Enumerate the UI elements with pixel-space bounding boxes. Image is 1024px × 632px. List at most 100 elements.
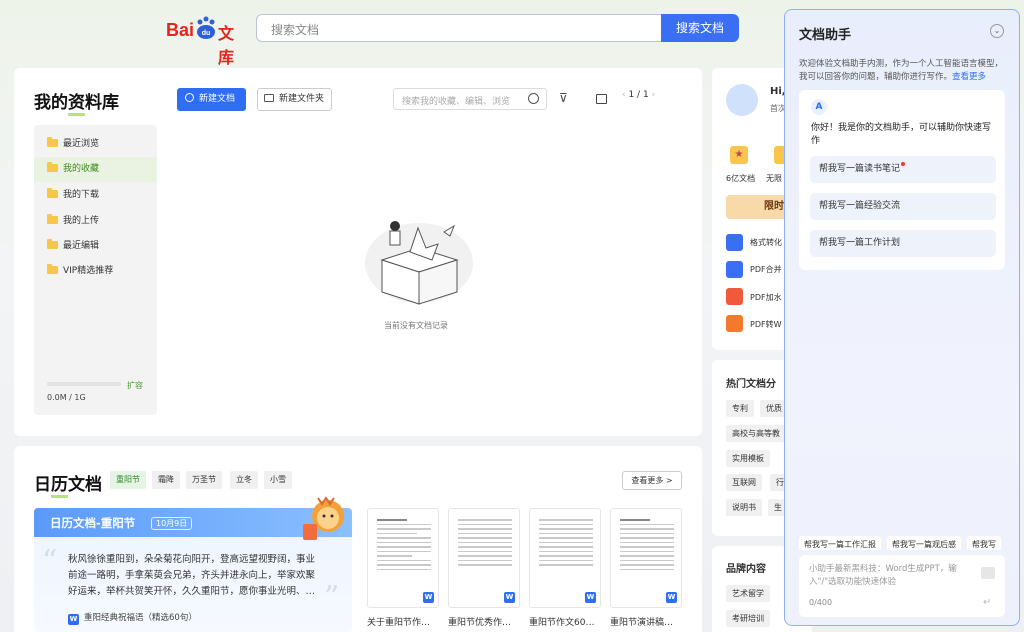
tool-pdf-to-word[interactable]: PDF转W bbox=[750, 319, 782, 330]
suggestion-reading-notes[interactable]: 帮我写一篇读书笔记 bbox=[810, 156, 996, 183]
assistant-title: 文档助手 bbox=[799, 28, 852, 43]
feature-body: 秋风徐徐重阳到，朵朵菊花向阳开，登高远望视野阔，事业前途一路明，手拿茱萸会兄弟，… bbox=[68, 554, 316, 597]
paw-icon: du bbox=[197, 16, 215, 39]
feature-date: 10月9日 bbox=[151, 517, 193, 530]
image-upload-icon[interactable] bbox=[981, 567, 995, 579]
hot-tag[interactable]: 实用模板 bbox=[726, 450, 770, 467]
search-icon[interactable] bbox=[528, 93, 539, 104]
char-counter: 0/400 bbox=[809, 598, 833, 607]
doc-card[interactable]: W bbox=[529, 508, 601, 608]
tool-pdf-watermark[interactable]: PDF加水 bbox=[750, 292, 782, 303]
pdf-watermark-icon bbox=[726, 288, 743, 305]
folder-outline-icon bbox=[264, 94, 274, 102]
assistant-greeting: 你好！我是你的文档助手，可以辅助你快速写作 bbox=[811, 123, 992, 146]
sidebar-item-recent[interactable]: 最近浏览 bbox=[34, 132, 157, 157]
assistant-input-placeholder: 小助手最新黑科技：Word生成PPT，输入"/"选取功能快速体验 bbox=[809, 564, 957, 587]
infinite-icon bbox=[774, 146, 784, 164]
tag-lidong[interactable]: 立冬 bbox=[230, 471, 258, 489]
word-icon: W bbox=[423, 592, 434, 603]
doc-card-title[interactable]: 重阳节优秀作… bbox=[448, 615, 524, 628]
see-more-link[interactable]: 查看更多 bbox=[952, 72, 986, 82]
chip-work-report[interactable]: 帮我写一篇工作汇报 bbox=[799, 536, 881, 550]
logo-wenku: 文库 bbox=[218, 24, 235, 67]
tag-xiaoxue[interactable]: 小雪 bbox=[264, 471, 292, 489]
chip-more[interactable]: 帮我写 bbox=[967, 536, 1001, 550]
assistant-bot-icon: A bbox=[811, 99, 827, 115]
sidebar-item-downloads[interactable]: 我的下载 bbox=[34, 183, 157, 208]
baidu-wenku-logo[interactable]: Bai du 文库 bbox=[166, 16, 246, 67]
sidebar-item-recent-edits[interactable]: 最近编辑 bbox=[34, 234, 157, 259]
tag-chongyang[interactable]: 重阳节 bbox=[110, 471, 146, 489]
hot-tag[interactable]: 高校与高等教 bbox=[726, 425, 786, 442]
library-search-input[interactable]: 搜索我的收藏、编辑、浏览 bbox=[393, 88, 547, 110]
library-title: 我的资料库 bbox=[34, 88, 119, 116]
suggestion-work-plan[interactable]: 帮我写一篇工作计划 bbox=[810, 230, 996, 257]
feature-docs-count: 6亿文档 bbox=[726, 174, 756, 183]
assistant-intro: 欢迎体验文档助手内测，作为一个人工智能语言模型，我可以回答你的问题，辅助你进行写… bbox=[799, 59, 1004, 82]
hot-tag[interactable]: 互联网 bbox=[726, 474, 762, 491]
brand-tag[interactable]: 艺术留学 bbox=[726, 585, 770, 602]
new-document-button[interactable]: 新建文档 bbox=[177, 88, 246, 111]
search-input[interactable]: 搜索文档 bbox=[256, 14, 662, 42]
storage-bar bbox=[47, 382, 121, 386]
new-folder-button[interactable]: 新建文件夹 bbox=[257, 88, 332, 111]
doc-card[interactable]: W bbox=[367, 508, 439, 608]
new-dot-icon bbox=[901, 162, 906, 166]
feature-link[interactable]: W 重阳经典祝福语（精选60句） bbox=[68, 611, 197, 625]
sidebar-item-vip[interactable]: VIP精选推荐 bbox=[34, 259, 157, 284]
new-doc-icon bbox=[185, 93, 194, 102]
hot-tag[interactable]: 专利 bbox=[726, 400, 754, 417]
hot-tag[interactable]: 说明书 bbox=[726, 499, 762, 516]
avatar[interactable] bbox=[726, 84, 758, 116]
word-icon: W bbox=[68, 614, 79, 625]
expand-storage-link[interactable]: 扩容 bbox=[127, 380, 143, 391]
feature-title: 日历文档-重阳节 bbox=[50, 516, 136, 530]
assistant-input[interactable]: 小助手最新黑科技：Word生成PPT，输入"/"选取功能快速体验 0/400 ↵ bbox=[799, 555, 1005, 617]
library-sidebar: 最近浏览 我的收藏 我的下载 我的上传 最近编辑 VIP精选推荐 bbox=[34, 125, 157, 415]
sidebar-item-favorites[interactable]: 我的收藏 bbox=[34, 157, 157, 182]
folder-icon bbox=[47, 264, 58, 274]
promo-banner[interactable]: 限时 bbox=[726, 195, 786, 219]
layout-icon[interactable] bbox=[596, 94, 607, 104]
tool-pdf-merge[interactable]: PDF合并 bbox=[750, 264, 782, 275]
brand-title: 品牌内容 bbox=[726, 564, 766, 575]
suggestion-experience[interactable]: 帮我写一篇经验交流 bbox=[810, 193, 996, 220]
sidebar-item-uploads[interactable]: 我的上传 bbox=[34, 209, 157, 234]
empty-state-text: 当前没有文档记录 bbox=[384, 321, 448, 330]
doc-card-title[interactable]: 关于重阳节作… bbox=[367, 615, 443, 628]
pdf-merge-icon bbox=[726, 261, 743, 278]
folder-icon bbox=[47, 137, 58, 147]
collapse-icon[interactable]: ⌄ bbox=[990, 24, 1004, 38]
hot-docs-title: 热门文档分 bbox=[726, 379, 776, 390]
logo-du: du bbox=[202, 30, 211, 37]
calendar-title: 日历文档 bbox=[34, 470, 102, 498]
brand-tag[interactable]: 考研培训 bbox=[726, 610, 770, 627]
quote-close-icon: ” bbox=[324, 580, 340, 615]
doc-card[interactable]: W bbox=[448, 508, 520, 608]
doc-card[interactable]: W bbox=[610, 508, 682, 608]
folder-icon bbox=[47, 239, 58, 249]
format-convert-icon bbox=[726, 234, 743, 251]
chip-review[interactable]: 帮我写一篇观后感 bbox=[887, 536, 961, 550]
send-icon[interactable]: ↵ bbox=[983, 597, 991, 608]
empty-box-illustration bbox=[365, 221, 473, 305]
see-more-button[interactable]: 查看更多 > bbox=[622, 471, 682, 490]
next-page-icon[interactable]: › bbox=[649, 90, 656, 100]
search-button[interactable]: 搜索文档 bbox=[661, 14, 739, 42]
folder-icon bbox=[47, 162, 58, 172]
assistant-chat-card: A 你好！我是你的文档助手，可以辅助你快速写作 帮我写一篇读书笔记 帮我写一篇经… bbox=[799, 90, 1005, 270]
storage-usage: 0.0M / 1G bbox=[47, 393, 86, 402]
document-assistant-panel: 文档助手 ⌄ 欢迎体验文档助手内测，作为一个人工智能语言模型，我可以回答你的问题… bbox=[784, 9, 1020, 626]
tag-shuangjiang[interactable]: 霜降 bbox=[152, 471, 180, 489]
quick-chips: 帮我写一篇工作汇报 帮我写一篇观后感 帮我写 bbox=[799, 532, 1019, 550]
tool-format-convert[interactable]: 格式转化 bbox=[750, 237, 782, 248]
word-icon: W bbox=[504, 592, 515, 603]
tag-halloween[interactable]: 万圣节 bbox=[186, 471, 222, 489]
doc-card-title[interactable]: 重阳节演讲稿… bbox=[610, 615, 686, 628]
doc-card-title[interactable]: 重阳节作文60… bbox=[529, 615, 605, 628]
filter-icon[interactable]: ⊽ bbox=[559, 91, 568, 105]
pager: ‹ 1 / 1 › bbox=[622, 90, 656, 100]
logo-bai: Bai bbox=[166, 20, 195, 40]
folder-icon bbox=[47, 188, 58, 198]
quote-open-icon: “ bbox=[42, 544, 58, 579]
